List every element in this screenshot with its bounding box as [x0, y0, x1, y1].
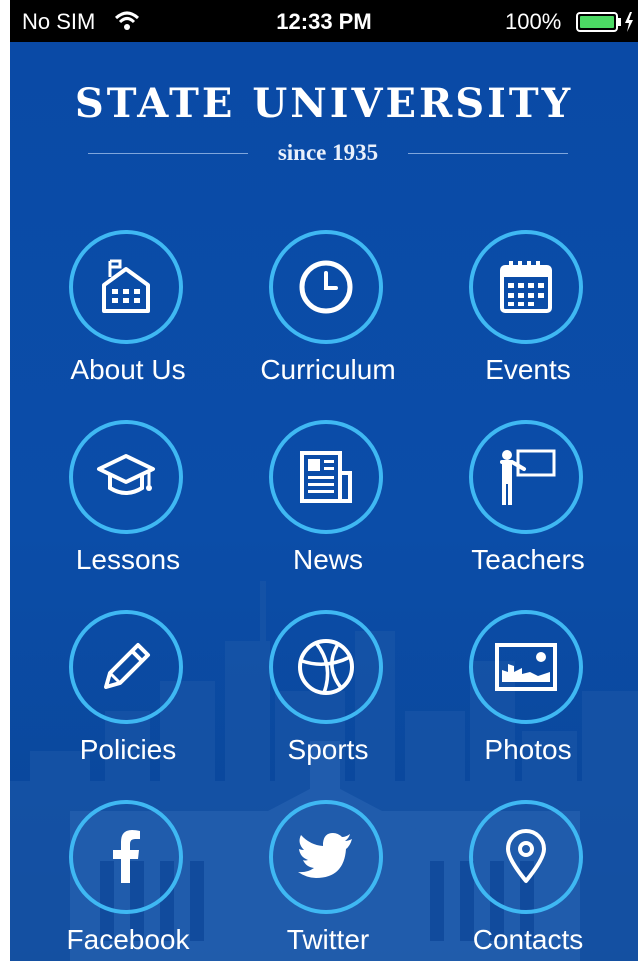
facebook-icon [113, 830, 140, 883]
calendar-icon [500, 261, 552, 313]
menu-label: About Us [70, 354, 186, 385]
newspaper-icon [300, 451, 352, 503]
icon-ring [469, 610, 583, 724]
charging-icon [625, 12, 633, 32]
battery-icon [576, 12, 621, 32]
menu-label: Twitter [286, 924, 370, 955]
icon-ring [69, 800, 183, 914]
icon-ring [69, 610, 183, 724]
location-pin-icon [506, 829, 546, 883]
menu-label: Sports [287, 734, 369, 765]
menu-item-photos[interactable]: Photos [428, 610, 628, 800]
battery-percent: 100% [505, 9, 562, 34]
menu-item-about-us[interactable]: About Us [28, 230, 228, 420]
menu-item-policies[interactable]: Policies [28, 610, 228, 800]
icon-ring [269, 420, 383, 534]
menu-item-twitter[interactable]: Twitter [228, 800, 428, 961]
menu-item-facebook[interactable]: Facebook [28, 800, 228, 961]
subtitle-row: since 1935 [88, 138, 568, 168]
graduation-cap-icon [97, 454, 155, 495]
menu-label: Events [485, 354, 571, 385]
menu-label: Contacts [472, 924, 584, 955]
pencil-icon [104, 643, 150, 689]
icon-ring [269, 610, 383, 724]
menu-item-lessons[interactable]: Lessons [28, 420, 228, 610]
menu-label: Photos [484, 734, 572, 765]
status-bar: No SIM 12:33 PM 100% [10, 0, 638, 42]
icon-ring [469, 420, 583, 534]
menu-label: Facebook [66, 924, 190, 955]
icon-ring [69, 420, 183, 534]
school-building-icon [102, 259, 150, 313]
menu-label: Policies [79, 734, 177, 765]
menu-label: Teachers [471, 544, 585, 575]
icon-ring [469, 800, 583, 914]
menu-label: Lessons [75, 544, 181, 575]
icon-ring [269, 800, 383, 914]
menu-item-news[interactable]: News [228, 420, 428, 610]
clock-icon [299, 260, 353, 314]
menu-label: Curriculum [260, 354, 396, 385]
photo-icon [495, 643, 557, 691]
icon-ring [269, 230, 383, 344]
menu-item-curriculum[interactable]: Curriculum [228, 230, 428, 420]
basketball-icon [298, 639, 354, 695]
icon-ring [469, 230, 583, 344]
menu-item-contacts[interactable]: Contacts [428, 800, 628, 961]
menu-item-events[interactable]: Events [428, 230, 628, 420]
menu-item-teachers[interactable]: Teachers [428, 420, 628, 610]
menu-item-sports[interactable]: Sports [228, 610, 428, 800]
menu-label: News [292, 544, 363, 575]
app-screen: No SIM 12:33 PM 100% STATE UNIVERSITY si… [10, 0, 638, 961]
icon-ring [69, 230, 183, 344]
divider-right [408, 153, 568, 154]
twitter-icon [298, 833, 352, 878]
teacher-board-icon [500, 449, 556, 505]
university-title: STATE UNIVERSITY [74, 80, 574, 127]
